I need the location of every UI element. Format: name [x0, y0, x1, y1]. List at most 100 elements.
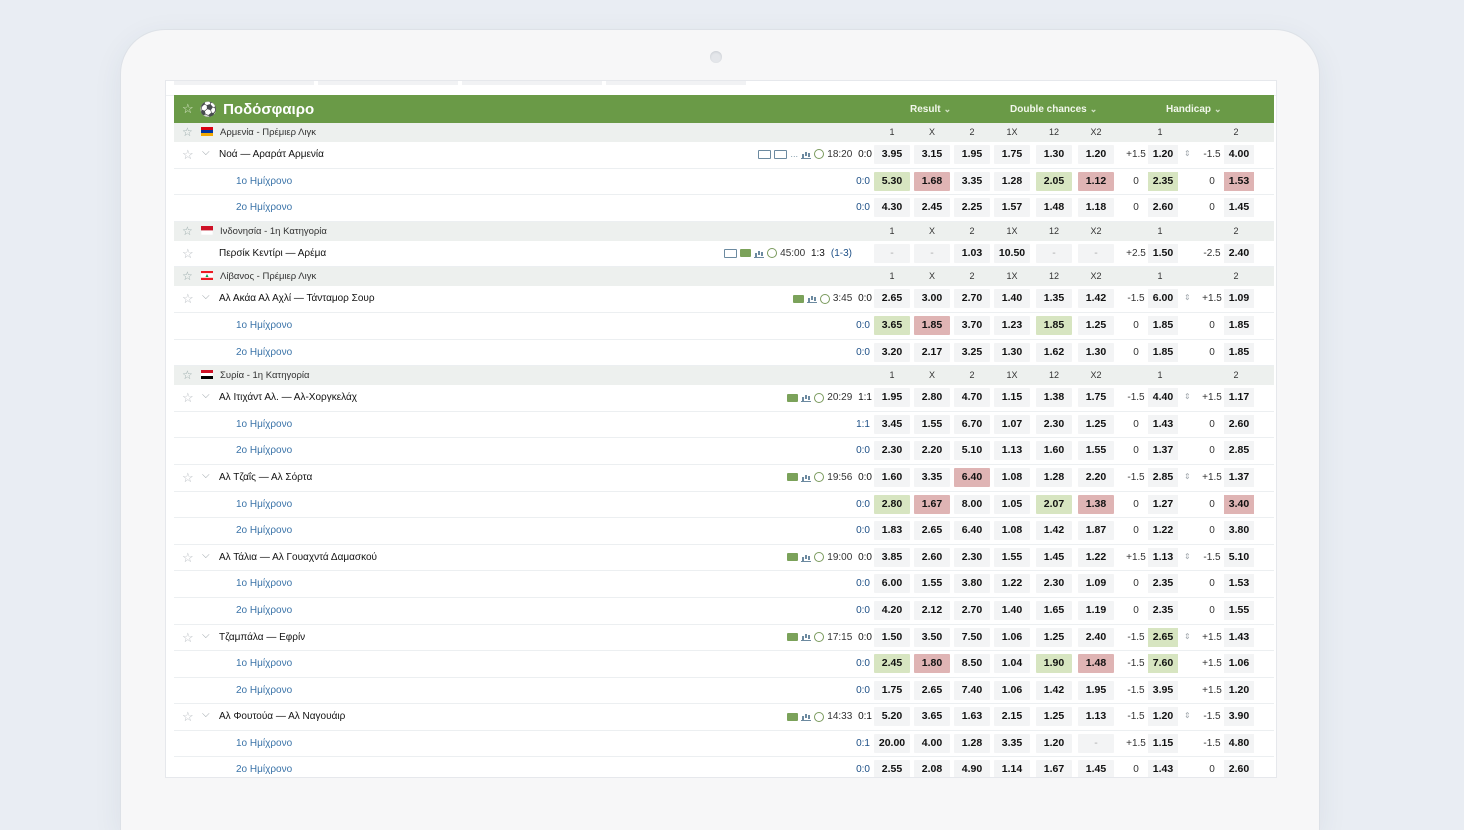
- handicap-odd[interactable]: 2.35: [1148, 171, 1178, 191]
- handicap-odd[interactable]: 2.85: [1148, 467, 1178, 487]
- odd-button[interactable]: 2.05: [1036, 171, 1072, 191]
- sort-arrows-icon[interactable]: ⇕: [1184, 392, 1191, 401]
- odd-button[interactable]: 1.63: [954, 707, 990, 727]
- sort-arrows-icon[interactable]: ⇕: [1184, 552, 1191, 561]
- handicap-odd[interactable]: 1.45: [1224, 198, 1254, 218]
- odd-button[interactable]: 3.80: [954, 574, 990, 594]
- odd-button[interactable]: 1.30: [994, 342, 1030, 362]
- odd-button[interactable]: 1.23: [994, 315, 1030, 335]
- handicap-odd[interactable]: 4.80: [1224, 733, 1254, 753]
- star-icon[interactable]: ☆: [182, 125, 193, 139]
- odd-button[interactable]: 3.65: [914, 707, 950, 727]
- odd-button[interactable]: 1.04: [994, 654, 1030, 674]
- odd-button[interactable]: 1.55: [994, 547, 1030, 567]
- odd-button[interactable]: 2.12: [914, 600, 950, 620]
- odd-button[interactable]: 2.07: [1036, 494, 1072, 514]
- handicap-odd[interactable]: 2.60: [1224, 414, 1254, 434]
- handicap-odd[interactable]: 1.53: [1224, 574, 1254, 594]
- odd-button[interactable]: 2.20: [1078, 467, 1114, 487]
- odd-button[interactable]: 1.06: [994, 680, 1030, 700]
- odd-button[interactable]: 2.60: [914, 547, 950, 567]
- handicap-odd[interactable]: 1.53: [1224, 171, 1254, 191]
- odd-button[interactable]: 1.95: [1078, 680, 1114, 700]
- sort-arrows-icon[interactable]: ⇕: [1184, 632, 1191, 641]
- match-name[interactable]: Αλ Ακάα Αλ Αχλί — Τάνταμορ Σουρ: [219, 293, 375, 304]
- handicap-odd[interactable]: 1.43: [1148, 760, 1178, 777]
- tab-result[interactable]: Result ⌄: [910, 95, 951, 123]
- odd-button[interactable]: 1.87: [1078, 521, 1114, 541]
- odd-button[interactable]: 4.20: [874, 600, 910, 620]
- odd-button[interactable]: 6.00: [874, 574, 910, 594]
- handicap-odd[interactable]: 1.06: [1224, 654, 1254, 674]
- handicap-odd[interactable]: 1.50: [1148, 243, 1178, 263]
- odd-button[interactable]: 1.25: [1078, 315, 1114, 335]
- handicap-odd[interactable]: 6.00: [1148, 289, 1178, 309]
- odd-button[interactable]: 3.20: [874, 342, 910, 362]
- live-field-icon[interactable]: [787, 553, 799, 562]
- odd-button[interactable]: 1.45: [1036, 547, 1072, 567]
- handicap-odd[interactable]: 3.90: [1224, 707, 1254, 727]
- handicap-odd[interactable]: 1.55: [1224, 600, 1254, 620]
- odd-button[interactable]: 8.50: [954, 654, 990, 674]
- odd-button[interactable]: 5.20: [874, 707, 910, 727]
- odd-button[interactable]: 7.50: [954, 627, 990, 647]
- half-label[interactable]: 1ο Ημίχρονο: [236, 419, 292, 430]
- odd-button[interactable]: 1.68: [914, 171, 950, 191]
- live-field-icon[interactable]: [740, 249, 752, 258]
- handicap-odd[interactable]: 1.20: [1148, 145, 1178, 164]
- odd-button[interactable]: 2.08: [914, 760, 950, 777]
- odd-button[interactable]: 1.20: [1036, 733, 1072, 753]
- odd-button[interactable]: 1.09: [1078, 574, 1114, 594]
- match-name[interactable]: Περσίκ Κεντίρι — Αρέμα: [219, 248, 326, 259]
- handicap-odd[interactable]: 7.60: [1148, 654, 1178, 674]
- odd-button[interactable]: 3.50: [914, 627, 950, 647]
- odd-button[interactable]: 7.40: [954, 680, 990, 700]
- odd-button[interactable]: 2.30: [1036, 574, 1072, 594]
- handicap-odd[interactable]: 2.35: [1148, 600, 1178, 620]
- handicap-odd[interactable]: 1.85: [1148, 342, 1178, 362]
- odd-button[interactable]: 4.70: [954, 388, 990, 408]
- odd-button[interactable]: 1.25: [1036, 707, 1072, 727]
- handicap-odd[interactable]: 3.40: [1224, 494, 1254, 514]
- odd-button[interactable]: 3.45: [874, 414, 910, 434]
- chevron-down-icon[interactable]: ⌵: [202, 390, 210, 401]
- odd-button[interactable]: 1.42: [1036, 521, 1072, 541]
- odd-button[interactable]: 3.70: [954, 315, 990, 335]
- odd-button[interactable]: 1.22: [1078, 547, 1114, 567]
- live-field-icon[interactable]: [787, 712, 799, 721]
- odd-button[interactable]: 1.35: [1036, 289, 1072, 309]
- tv-icon[interactable]: [758, 149, 772, 159]
- handicap-odd[interactable]: 1.15: [1148, 733, 1178, 753]
- odd-button[interactable]: 1.28: [994, 171, 1030, 191]
- league-name[interactable]: Λίβανος - Πρέμιερ Λιγκ: [220, 271, 316, 282]
- odd-button[interactable]: 2.80: [874, 494, 910, 514]
- chevron-down-icon[interactable]: ⌵: [202, 709, 210, 720]
- odd-button[interactable]: 3.35: [914, 467, 950, 487]
- handicap-odd[interactable]: 1.43: [1148, 414, 1178, 434]
- handicap-odd[interactable]: 1.37: [1224, 467, 1254, 487]
- league-name[interactable]: Συρία - 1η Κατηγορία: [220, 370, 310, 381]
- handicap-odd[interactable]: 4.00: [1224, 145, 1254, 164]
- match-name[interactable]: Αλ Ιτιχάντ Αλ. — Αλ-Χοργκελάχ: [219, 392, 357, 403]
- odd-button[interactable]: 6.40: [954, 521, 990, 541]
- half-label[interactable]: 1ο Ημίχρονο: [236, 176, 292, 187]
- odd-button[interactable]: 1.07: [994, 414, 1030, 434]
- star-icon[interactable]: ☆: [182, 630, 194, 646]
- handicap-odd[interactable]: 1.85: [1224, 342, 1254, 362]
- stats-icon[interactable]: [801, 632, 812, 642]
- stats-icon[interactable]: [801, 712, 812, 722]
- odd-button[interactable]: 1.14: [994, 760, 1030, 777]
- chevron-down-icon[interactable]: ⌵: [202, 291, 210, 302]
- odd-button[interactable]: 2.70: [954, 600, 990, 620]
- odd-button[interactable]: 1.48: [1036, 198, 1072, 218]
- odd-button[interactable]: 1.38: [1078, 494, 1114, 514]
- league-name[interactable]: Ινδονησία - 1η Κατηγορία: [220, 226, 327, 237]
- half-label[interactable]: 2ο Ημίχρονο: [236, 202, 292, 213]
- star-icon[interactable]: ☆: [182, 224, 193, 238]
- handicap-odd[interactable]: 5.10: [1224, 547, 1254, 567]
- odd-button[interactable]: 1.08: [994, 521, 1030, 541]
- handicap-odd[interactable]: 2.60: [1148, 198, 1178, 218]
- star-icon[interactable]: ☆: [182, 470, 194, 486]
- odd-button[interactable]: 1.60: [874, 467, 910, 487]
- odd-button[interactable]: 1.42: [1036, 680, 1072, 700]
